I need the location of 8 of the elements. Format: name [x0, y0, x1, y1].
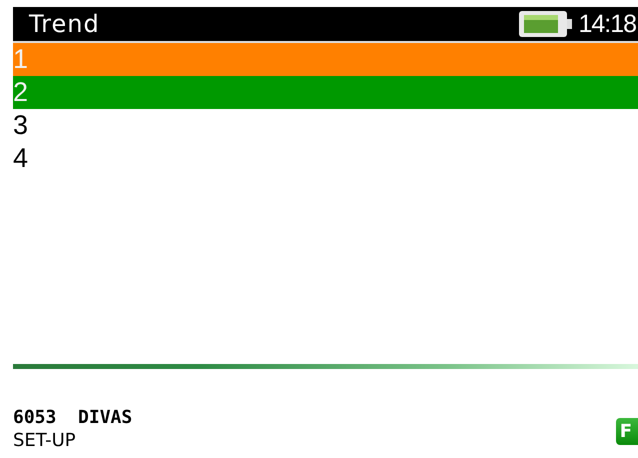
mode-label: SET-UP: [13, 430, 77, 451]
battery-icon: [518, 10, 574, 38]
trend-row[interactable]: 2: [13, 76, 638, 109]
trend-row[interactable]: 1: [13, 43, 638, 76]
device-name: 6053 DIVAS: [13, 407, 134, 428]
screen-title: Trend: [28, 10, 101, 38]
clock-time: 14:18: [578, 10, 637, 38]
function-key[interactable]: F: [616, 418, 638, 445]
